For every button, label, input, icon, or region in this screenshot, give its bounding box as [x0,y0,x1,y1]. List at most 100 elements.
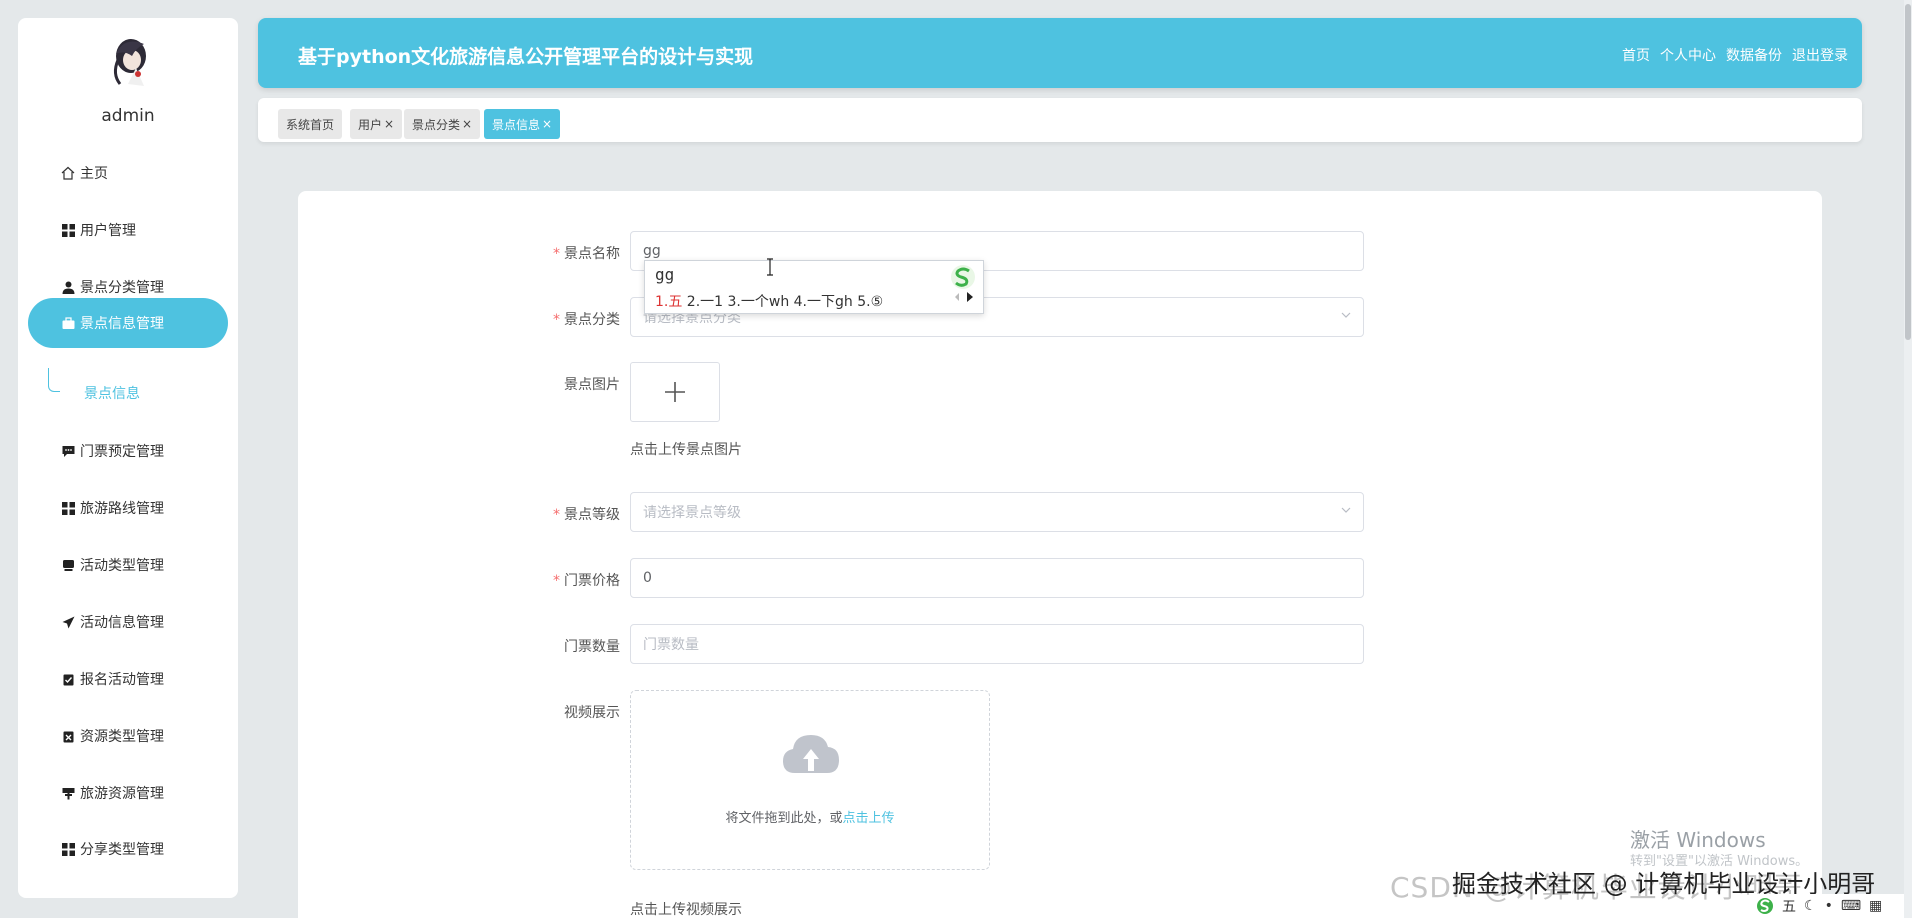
tab-scenic-info[interactable]: 景点信息 × [484,109,561,139]
grid-icon [60,841,76,857]
moon-icon: ☾ [1804,898,1817,914]
tab-scenic-category[interactable]: 景点分类 × [404,109,481,139]
tab-label: 用户 [358,117,383,132]
ime-mode-label: 五 [1782,899,1796,915]
sidebar-item-label: 活动类型管理 [80,558,164,574]
sogou-tray-icon [1757,898,1773,914]
sidebar-item-travel-resource[interactable]: 旅游资源管理 [28,768,228,818]
sogou-logo-icon [951,265,975,289]
select-placeholder: 请选择景点等级 [643,505,741,521]
plus-icon [665,382,685,402]
required-mark: * [553,573,560,589]
ticket-price-input[interactable]: 0 [630,558,1364,598]
top-header: 基于python文化旅游信息公开管理平台的设计与实现 首页 个人中心 数据备份 … [258,18,1862,88]
sidebar: admin 主页 用户管理 景点分类管理 景点信息管理 景点信息 门票预定管理 [18,18,238,898]
sidebar-item-home[interactable]: 主页 [28,148,228,198]
ime-candidate-window: gg 1.五 2.一1 3.一个wh 4.一下gh 5.⑤ [644,260,984,314]
tab-label: 景点信息 [492,117,541,132]
chevron-down-icon [1341,312,1351,318]
ime-composition: gg [655,265,675,284]
close-icon[interactable]: × [542,117,552,131]
grid-icon: ▦ [1869,898,1883,914]
sidebar-item-label: 主页 [80,166,108,182]
sidebar-item-activity-info[interactable]: 活动信息管理 [28,597,228,647]
sidebar-item-travel-route[interactable]: 旅游路线管理 [28,483,228,533]
header-nav: 首页 个人中心 数据备份 退出登录 [1622,45,1848,65]
header-link-home[interactable]: 首页 [1622,45,1650,65]
image-upload-button[interactable] [630,362,720,422]
sidebar-item-signup-activity[interactable]: 报名活动管理 [28,654,228,704]
label-ticket-price: * 门票价格 [553,573,620,589]
image-upload-hint: 点击上传景点图片 [630,442,742,458]
send-icon [60,614,76,630]
sidebar-item-label: 报名活动管理 [80,672,164,688]
close-icon[interactable]: × [384,117,394,131]
scenic-level-select[interactable]: 请选择景点等级 [630,492,1364,532]
sidebar-item-label: 用户管理 [80,223,136,239]
header-link-logout[interactable]: 退出登录 [1792,45,1848,65]
sidebar-item-label: 景点信息管理 [80,316,164,332]
sidebar-item-label: 活动信息管理 [80,615,164,631]
tab-label: 系统首页 [286,117,335,132]
scenic-name-value: gg [643,243,661,259]
clipboard-x-icon [60,728,76,744]
grid-icon [60,222,76,238]
windows-activation-title: 激活 Windows [1630,828,1766,852]
video-dropzone[interactable]: 将文件拖到此处，或点击上传 [630,690,990,870]
tabs-bar: 系统首页 用户 × 景点分类 × 景点信息 × [258,98,1862,142]
sidebar-item-label: 景点分类管理 [80,280,164,296]
dot-icon: • [1824,898,1833,914]
ticket-quantity-input[interactable]: 门票数量 [630,624,1364,664]
label-video: 视频展示 [564,705,620,721]
header-link-backup[interactable]: 数据备份 [1726,45,1782,65]
sidebar-item-ticket-booking[interactable]: 门票预定管理 [28,426,228,476]
ime-candidate-1[interactable]: 1.五 [655,294,682,310]
ime-candidates[interactable]: 1.五 2.一1 3.一个wh 4.一下gh 5.⑤ [655,291,883,311]
sidebar-item-scenic-info[interactable]: 景点信息管理 [28,298,228,348]
ime-candidates-rest[interactable]: 2.一1 3.一个wh 4.一下gh 5.⑤ [682,294,883,310]
home-icon [60,165,76,181]
box-icon [60,557,76,573]
sidebar-item-label: 旅游资源管理 [80,786,164,802]
text-cursor-icon [767,258,773,276]
close-icon[interactable]: × [462,117,472,131]
ime-tray[interactable]: 五 ☾ • ⌨ ▦ [1752,894,1912,918]
header-link-profile[interactable]: 个人中心 [1660,45,1716,65]
required-mark: * [553,246,560,262]
label-scenic-name: * 景点名称 [553,246,620,262]
grid-icon [60,500,76,516]
chevron-down-icon [1341,507,1351,513]
input-placeholder: 门票数量 [643,637,699,653]
label-ticket-quantity: 门票数量 [564,639,620,655]
tab-system-home[interactable]: 系统首页 [278,109,343,139]
scroll-thumb[interactable] [1905,4,1911,340]
required-mark: * [553,312,560,328]
app-title: 基于python文化旅游信息公开管理平台的设计与实现 [298,46,754,68]
label-scenic-image: 景点图片 [564,377,620,393]
dropzone-text: 将文件拖到此处，或点击上传 [725,811,895,826]
sidebar-item-share-type[interactable]: 分享类型管理 [28,824,228,874]
tab-user[interactable]: 用户 × [350,109,403,139]
sidebar-item-label: 资源类型管理 [80,729,164,745]
ticket-price-value: 0 [643,570,652,586]
username: admin [101,106,155,126]
sidebar-subitem-scenic-info[interactable]: 景点信息 [84,383,140,403]
chat-icon [60,443,76,459]
label-scenic-category: * 景点分类 [553,312,620,328]
label-scenic-level: * 景点等级 [553,507,620,523]
ime-page-arrows-icon[interactable] [953,291,975,303]
cloud-upload-icon [783,735,839,773]
required-mark: * [553,507,560,523]
sidebar-item-activity-type[interactable]: 活动类型管理 [28,540,228,590]
sidebar-item-resource-type[interactable]: 资源类型管理 [28,711,228,761]
click-upload-link[interactable]: 点击上传 [843,811,895,826]
sidebar-item-users[interactable]: 用户管理 [28,205,228,255]
clipboard-check-icon [60,671,76,687]
avatar[interactable] [106,34,156,90]
briefcase-icon [60,315,76,331]
keyboard-icon: ⌨ [1840,898,1862,914]
page-scrollbar[interactable] [1904,0,1912,918]
tree-connector [48,368,60,392]
user-icon [60,279,76,295]
tab-label: 景点分类 [412,117,461,132]
